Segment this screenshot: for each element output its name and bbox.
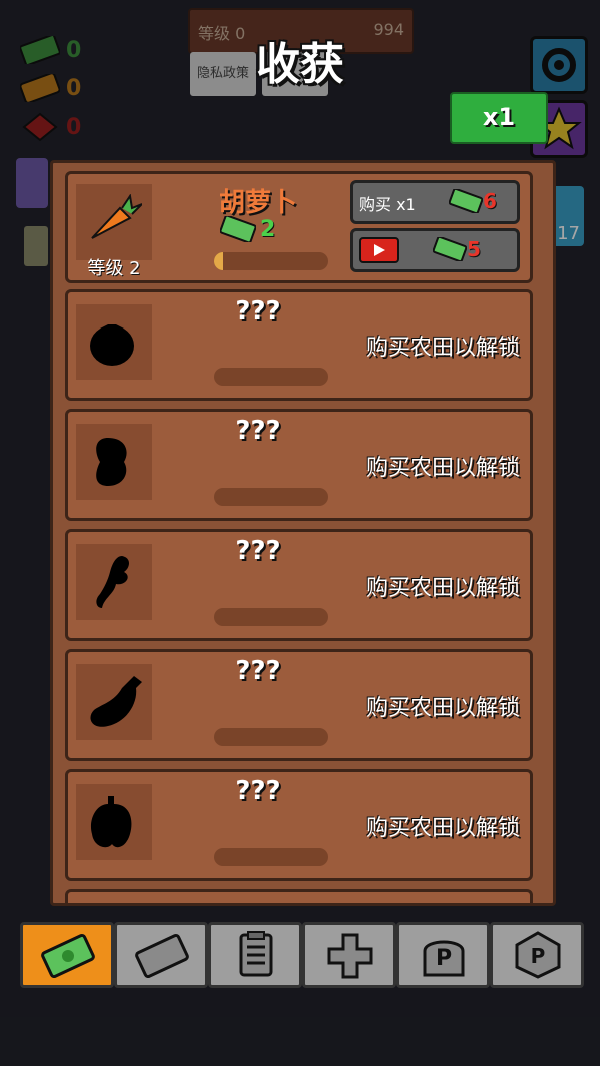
crop-card-locked: ??? 购买农田以解锁 bbox=[65, 529, 533, 641]
crop-progress-fill bbox=[214, 252, 223, 270]
carrot-icon bbox=[91, 194, 142, 239]
crop-progress-bar bbox=[214, 252, 328, 270]
p-coin-icon: P bbox=[515, 931, 561, 979]
crop-thumb bbox=[76, 304, 152, 380]
crop-card-locked: ??? 购买农田以解锁 bbox=[65, 769, 533, 881]
crop-card-locked: ??? 购买农田以解锁 bbox=[65, 409, 533, 521]
buy-label: 购买 x1 bbox=[359, 195, 416, 214]
unlock-hint: 购买农田以解锁 bbox=[365, 696, 520, 721]
cash-icon bbox=[41, 933, 95, 979]
tab-tickets[interactable] bbox=[114, 922, 208, 988]
crop-progress-bar bbox=[214, 368, 328, 386]
tab-prestige-shop[interactable]: P bbox=[490, 922, 584, 988]
eggplant-silhouette-icon bbox=[90, 676, 142, 727]
crop-thumb bbox=[76, 664, 152, 740]
svg-text:P: P bbox=[531, 944, 546, 968]
crop-thumb bbox=[76, 424, 152, 500]
crop-income-value: 2 bbox=[260, 216, 276, 242]
tab-prestige[interactable]: P bbox=[396, 922, 490, 988]
tomato-silhouette-icon bbox=[90, 324, 134, 366]
crop-card-carrot: 等级 2 胡萝卜 2 购买 x1 6 5 bbox=[65, 171, 533, 283]
cash-icon bbox=[433, 237, 467, 261]
crop-progress-bar bbox=[214, 728, 328, 746]
crop-progress-bar bbox=[214, 848, 328, 866]
unlock-hint: 购买农田以解锁 bbox=[365, 816, 520, 841]
crop-card-partial bbox=[65, 889, 533, 903]
crop-thumb bbox=[76, 784, 152, 860]
buy-cost: 6 bbox=[483, 189, 497, 213]
tab-boost[interactable] bbox=[302, 922, 396, 988]
crop-level: 等级 2 bbox=[87, 258, 141, 279]
watch-ad-buy-button[interactable]: 5 bbox=[350, 228, 520, 272]
crop-card-locked: ??? 购买农田以解锁 bbox=[65, 289, 533, 401]
ad-cost: 5 bbox=[467, 237, 481, 261]
p-stone-icon: P bbox=[423, 940, 465, 977]
plus-icon bbox=[327, 933, 373, 979]
cash-icon bbox=[449, 189, 483, 213]
crop-name: 胡萝卜 bbox=[218, 188, 297, 218]
tab-tasks[interactable] bbox=[208, 922, 302, 988]
crop-name: ??? bbox=[235, 536, 281, 566]
multiplier-button[interactable]: x1 bbox=[450, 92, 548, 144]
unlock-hint: 购买农田以解锁 bbox=[365, 576, 520, 601]
pepper-silhouette-icon bbox=[90, 796, 132, 848]
clipboard-icon bbox=[239, 931, 273, 977]
crop-list-panel[interactable]: 等级 2 胡萝卜 2 购买 x1 6 5 ??? 购买农田以解锁 ??? 购买农… bbox=[50, 160, 556, 906]
crop-progress-bar bbox=[214, 608, 328, 626]
svg-text:P: P bbox=[436, 946, 452, 971]
unlock-hint: 购买农田以解锁 bbox=[365, 336, 520, 361]
crop-name: ??? bbox=[235, 656, 281, 686]
ticket-icon bbox=[135, 933, 189, 979]
crop-progress-bar bbox=[214, 488, 328, 506]
ginger-silhouette-icon bbox=[96, 556, 129, 608]
tab-harvest[interactable] bbox=[20, 922, 114, 988]
crop-name: ??? bbox=[235, 776, 281, 806]
crop-name: ??? bbox=[235, 416, 281, 446]
page-title: 收获 bbox=[256, 39, 344, 90]
crop-thumb: 等级 2 bbox=[76, 184, 152, 279]
crop-name: ??? bbox=[235, 296, 281, 326]
buy-crop-button[interactable]: 购买 x1 6 bbox=[350, 180, 520, 224]
crop-thumb bbox=[76, 544, 152, 620]
video-ad-icon bbox=[359, 237, 399, 263]
unlock-hint: 购买农田以解锁 bbox=[365, 456, 520, 481]
cash-icon bbox=[220, 216, 256, 242]
crop-income: 2 bbox=[220, 216, 275, 242]
potato-silhouette-icon bbox=[96, 438, 127, 486]
crop-card-locked: ??? 购买农田以解锁 bbox=[65, 649, 533, 761]
